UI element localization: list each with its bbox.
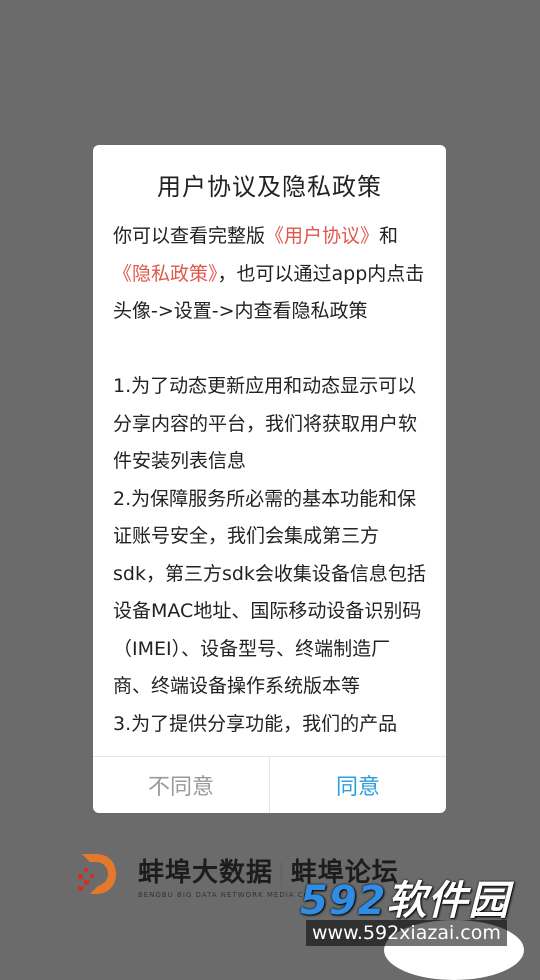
dialog-title: 用户协议及隐私政策: [157, 173, 382, 201]
policy-item-1: 1.为了动态更新应用和动态显示可以分享内容的平台，我们将获取用户软件安装列表信息: [113, 375, 418, 472]
watermark-number: 592: [300, 878, 387, 924]
intro-conjunction: 和: [379, 225, 399, 247]
dialog-content[interactable]: 你可以查看完整版《用户协议》和《隐私政策》，也可以通过app内点击头像->设置-…: [113, 218, 428, 758]
logo-name-cn: 蚌埠大数据: [138, 858, 274, 888]
logo-name-en: BENGBU BIG DATA NETWORK MEDIA CO.: [138, 891, 314, 899]
intro-paragraph: 你可以查看完整版《用户协议》和《隐私政策》，也可以通过app内点击头像->设置-…: [113, 218, 428, 331]
privacy-dialog: 用户协议及隐私政策 你可以查看完整版《用户协议》和《隐私政策》，也可以通过app…: [93, 145, 446, 813]
dialog-footer: 不同意 同意: [93, 756, 446, 813]
policy-item-2: 2.为保障服务所必需的基本功能和保证账号安全，我们会集成第三方sdk，第三方sd…: [113, 487, 426, 698]
logo-d-icon: [78, 854, 116, 894]
watermark-url: www.592xiazai.com: [306, 920, 507, 946]
user-agreement-link[interactable]: 《用户协议》: [265, 225, 379, 247]
logo-divider: |: [277, 858, 287, 888]
disagree-button[interactable]: 不同意: [93, 757, 270, 813]
policy-item-3: 3.为了提供分享功能，我们的产品: [113, 712, 398, 735]
watermark-text: 软件园: [386, 878, 510, 924]
agree-button[interactable]: 同意: [270, 757, 446, 813]
privacy-policy-link[interactable]: 《隐私政策》: [113, 263, 218, 285]
watermark-brand: 592软件园: [300, 868, 510, 926]
intro-prefix: 你可以查看完整版: [113, 225, 266, 247]
watermark: 592软件园 www.592xiazai.com: [296, 868, 540, 980]
